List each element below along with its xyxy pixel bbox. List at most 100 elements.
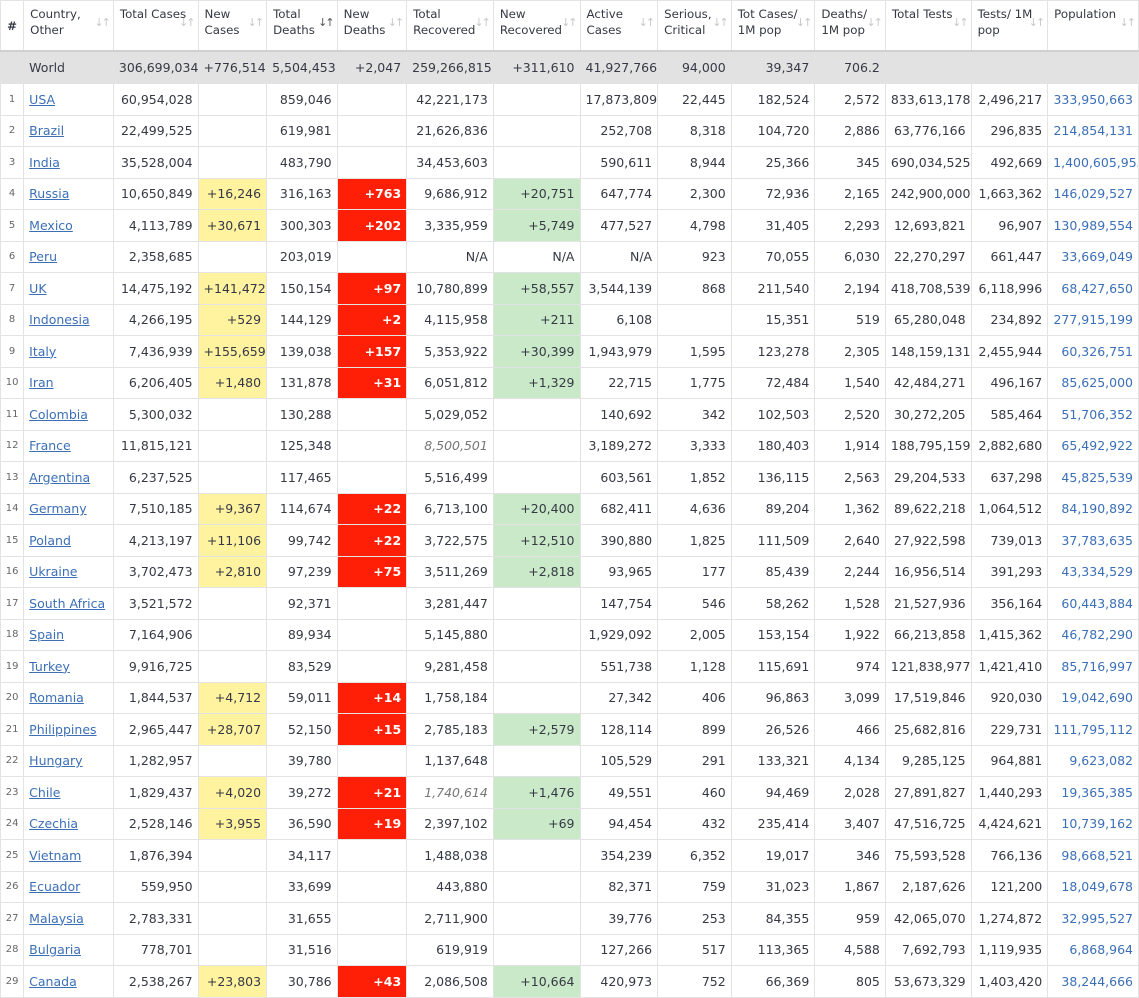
country-link[interactable]: Vietnam	[29, 848, 81, 863]
country-cell: Turkey	[23, 650, 114, 683]
new-recovered-cell: +12,510	[492, 524, 581, 557]
new-recovered-cell	[492, 650, 581, 683]
total-tests-cell: 42,484,271	[884, 366, 972, 399]
population-link[interactable]: 45,825,539	[1061, 470, 1133, 485]
new-recovered-cell: +2,818	[492, 555, 581, 588]
country-link[interactable]: Italy	[29, 344, 56, 359]
population-link[interactable]: 46,782,290	[1061, 627, 1133, 642]
column-header-deaths-per-million[interactable]: Deaths/ 1M pop ↓↑	[814, 0, 886, 52]
total-cases-cell: 22,499,525	[112, 114, 199, 147]
country-link[interactable]: Iran	[29, 375, 53, 390]
column-header-total-cases[interactable]: Total Cases ↓↑	[112, 0, 199, 52]
header-label: Deaths/ 1M pop	[821, 7, 868, 37]
population-link[interactable]: 37,783,635	[1061, 533, 1133, 548]
serious-critical-cell: 752	[657, 965, 732, 998]
population-link[interactable]: 333,950,663	[1053, 92, 1133, 107]
population-cell: 32,995,527	[1047, 902, 1139, 935]
population-link[interactable]: 85,716,997	[1061, 659, 1133, 674]
country-link[interactable]: Germany	[29, 501, 86, 516]
country-link[interactable]: Turkey	[29, 659, 70, 674]
column-header-new-recovered[interactable]: New Recovered ↓↑	[492, 0, 581, 52]
country-link[interactable]: Brazil	[29, 123, 64, 138]
country-cell: Colombia	[23, 398, 114, 431]
population-link[interactable]: 85,625,000	[1061, 375, 1133, 390]
population-link[interactable]: 38,244,666	[1061, 974, 1133, 989]
table-row: 21 Philippines 2,965,447 +28,707 52,150 +15 2,…	[0, 713, 1139, 746]
country-link[interactable]: Mexico	[29, 218, 73, 233]
country-link[interactable]: Colombia	[29, 407, 88, 422]
country-link[interactable]: Russia	[29, 186, 69, 201]
population-link[interactable]: 214,854,131	[1053, 123, 1133, 138]
country-link[interactable]: Philippines	[29, 722, 96, 737]
column-header-serious-critical[interactable]: Serious, Critical ↓↑	[657, 0, 732, 52]
column-header-new-cases[interactable]: New Cases ↓↑	[197, 0, 268, 52]
population-link[interactable]: 130,989,554	[1053, 218, 1133, 233]
column-header-active-cases[interactable]: Active Cases ↓↑	[579, 0, 659, 52]
active-cases-cell: 27,342	[579, 681, 659, 714]
population-link[interactable]: 111,795,112	[1053, 722, 1133, 737]
country-link[interactable]: Ukraine	[29, 564, 77, 579]
country-link[interactable]: USA	[29, 92, 55, 107]
population-link[interactable]: 9,623,082	[1069, 753, 1133, 768]
active-cases-cell: 147,754	[579, 587, 659, 620]
active-cases-cell: 682,411	[579, 492, 659, 525]
population-link[interactable]: 6,868,964	[1069, 942, 1133, 957]
active-cases-cell: 127,266	[579, 933, 659, 966]
column-header-cases-per-million[interactable]: Tot Cases/ 1M pop ↓↑	[730, 0, 816, 52]
population-link[interactable]: 19,042,690	[1061, 690, 1133, 705]
rank-cell: 23	[0, 776, 25, 809]
country-link[interactable]: Spain	[29, 627, 64, 642]
column-header-population[interactable]: Population ↓↑	[1047, 0, 1139, 52]
population-link[interactable]: 146,029,527	[1053, 186, 1133, 201]
country-link[interactable]: Peru	[29, 249, 57, 264]
country-link[interactable]: South Africa	[29, 596, 105, 611]
column-header-total-deaths[interactable]: Total Deaths ↓↑	[266, 0, 338, 52]
population-link[interactable]: 32,995,527	[1061, 911, 1133, 926]
total-deaths-cell: 31,516	[266, 933, 338, 966]
world-total-row: World 306,699,034 +776,514 5,504,453 +2,…	[0, 50, 1139, 84]
country-link[interactable]: India	[29, 155, 60, 170]
country-link[interactable]: Poland	[29, 533, 71, 548]
population-link[interactable]: 10,739,162	[1061, 816, 1133, 831]
population-link[interactable]: 98,668,521	[1061, 848, 1133, 863]
tests-per-million-cell: 296,835	[970, 114, 1049, 147]
population-link[interactable]: 51,706,352	[1061, 407, 1133, 422]
country-link[interactable]: Chile	[29, 785, 60, 800]
column-header-new-deaths[interactable]: New Deaths ↓↑	[336, 0, 408, 52]
new-cases-cell	[197, 146, 268, 179]
population-link[interactable]: 68,427,650	[1061, 281, 1133, 296]
country-link[interactable]: Bulgaria	[29, 942, 81, 957]
country-link[interactable]: UK	[29, 281, 46, 296]
country-link[interactable]: Indonesia	[29, 312, 89, 327]
column-header-tests-per-million[interactable]: Tests/ 1M pop ↓↑	[970, 0, 1049, 52]
population-link[interactable]: 1,400,605,955	[1053, 155, 1137, 170]
population-link[interactable]: 84,190,892	[1061, 501, 1133, 516]
population-link[interactable]: 277,915,199	[1053, 312, 1133, 327]
population-link[interactable]: 60,326,751	[1061, 344, 1133, 359]
population-link[interactable]: 65,492,922	[1061, 438, 1133, 453]
total-recovered-cell: 619,919	[406, 933, 494, 966]
column-header-total-recovered[interactable]: Total Recovered ↓↑	[406, 0, 494, 52]
country-link[interactable]: Canada	[29, 974, 77, 989]
country-link[interactable]: France	[29, 438, 71, 453]
serious-critical-cell: 4,636	[657, 492, 732, 525]
total-tests-cell: 121,838,977	[884, 650, 972, 683]
column-header-total-tests[interactable]: Total Tests ↓↑	[884, 0, 972, 52]
population-link[interactable]: 18,049,678	[1061, 879, 1133, 894]
total-tests-cell: 148,159,131	[884, 335, 972, 368]
column-header-country[interactable]: Country, Other ↓↑	[23, 0, 114, 52]
population-link[interactable]: 60,443,884	[1061, 596, 1133, 611]
population-link[interactable]: 33,669,049	[1061, 249, 1133, 264]
country-link[interactable]: Czechia	[29, 816, 78, 831]
new-cases-cell	[197, 870, 268, 903]
deaths-per-million-cell: 3,407	[814, 807, 886, 840]
serious-critical-cell: 291	[657, 744, 732, 777]
country-link[interactable]: Hungary	[29, 753, 82, 768]
population-link[interactable]: 43,334,529	[1061, 564, 1133, 579]
country-link[interactable]: Malaysia	[29, 911, 84, 926]
country-link[interactable]: Argentina	[29, 470, 90, 485]
tests-per-million-cell: 121,200	[970, 870, 1049, 903]
population-link[interactable]: 19,365,385	[1061, 785, 1133, 800]
country-link[interactable]: Romania	[29, 690, 84, 705]
country-link[interactable]: Ecuador	[29, 879, 80, 894]
